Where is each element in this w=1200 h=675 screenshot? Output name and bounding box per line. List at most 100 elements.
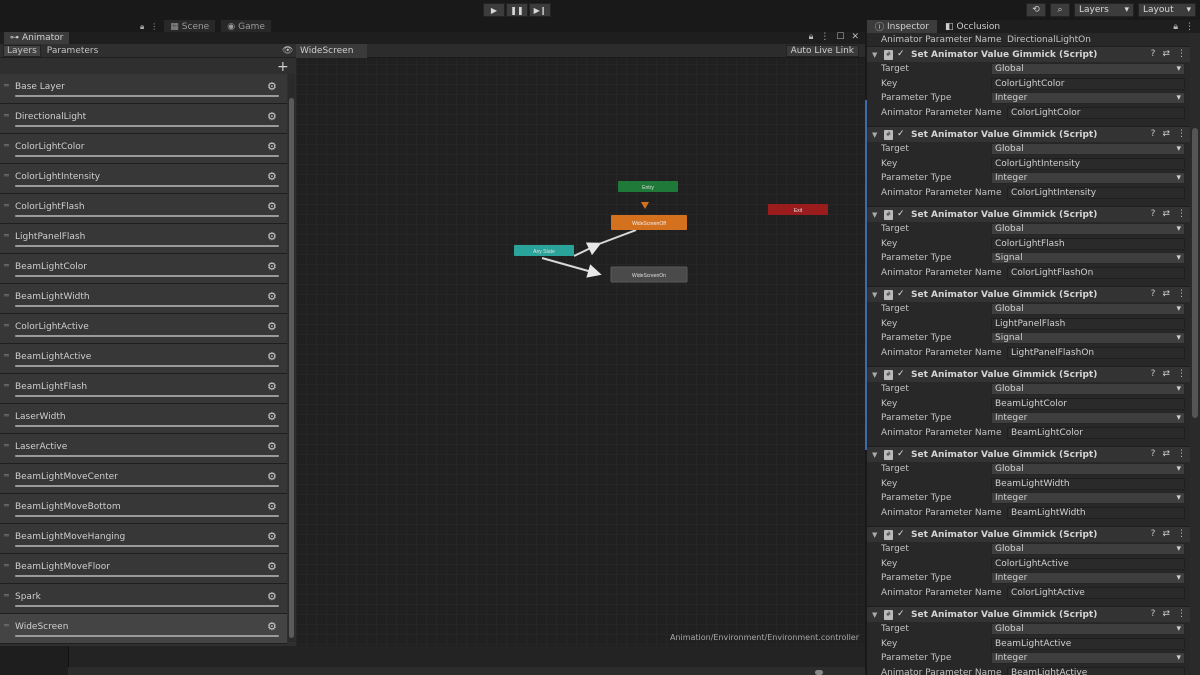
- layer-item[interactable]: ═ LaserActive ⚙: [0, 434, 287, 464]
- enable-checkbox[interactable]: ✓: [897, 610, 906, 619]
- gear-icon[interactable]: ⚙: [267, 320, 277, 333]
- component-header[interactable]: ▼ # ✓ Set Animator Value Gimmick (Script)? ⇄…: [867, 366, 1190, 382]
- foldout-icon[interactable]: ▼: [872, 531, 880, 539]
- layer-item[interactable]: ═ BeamLightFlash ⚙: [0, 374, 287, 404]
- drag-handle-icon[interactable]: ═: [4, 351, 9, 360]
- animator-parameter-field[interactable]: BeamLightColor: [1007, 426, 1185, 439]
- gear-icon[interactable]: ⚙: [267, 260, 277, 273]
- drag-handle-icon[interactable]: ═: [4, 591, 9, 600]
- key-field[interactable]: LightPanelFlash: [991, 317, 1185, 330]
- enable-checkbox[interactable]: ✓: [897, 370, 906, 379]
- layer-item[interactable]: ═ BeamLightMoveBottom ⚙: [0, 494, 287, 524]
- foldout-icon[interactable]: ▼: [872, 291, 880, 299]
- drag-handle-icon[interactable]: ═: [4, 501, 9, 510]
- layer-item[interactable]: ═ ColorLightIntensity ⚙: [0, 164, 287, 194]
- layer-weight-slider[interactable]: [15, 365, 279, 367]
- pause-button[interactable]: ❚❚: [506, 3, 528, 17]
- animator-parameter-field[interactable]: BeamLightActive: [1007, 666, 1185, 675]
- help-icon[interactable]: ?: [1151, 369, 1156, 379]
- menu-icon[interactable]: ⋮: [1177, 289, 1186, 299]
- layout-dropdown[interactable]: Layout ▾: [1138, 3, 1196, 17]
- preset-icon[interactable]: ⇄: [1162, 529, 1170, 539]
- layer-weight-slider[interactable]: [15, 305, 279, 307]
- drag-handle-icon[interactable]: ═: [4, 321, 9, 330]
- auto-live-link-button[interactable]: Auto Live Link: [785, 45, 859, 57]
- drag-handle-icon[interactable]: ═: [4, 231, 9, 240]
- parameter-type-dropdown[interactable]: Integer ▾: [991, 92, 1185, 105]
- drag-handle-icon[interactable]: ═: [4, 531, 9, 540]
- animator-parameter-field[interactable]: ColorLightIntensity: [1007, 186, 1185, 199]
- parameter-type-dropdown[interactable]: Integer ▾: [991, 572, 1185, 585]
- layer-item[interactable]: ═ WideScreen ⚙: [0, 614, 287, 644]
- key-field[interactable]: BeamLightActive: [991, 637, 1185, 650]
- target-dropdown[interactable]: Global ▾: [991, 63, 1185, 76]
- inspector-scroll-thumb[interactable]: [1192, 128, 1198, 418]
- enable-checkbox[interactable]: ✓: [897, 290, 906, 299]
- gear-icon[interactable]: ⚙: [267, 350, 277, 363]
- drag-handle-icon[interactable]: ═: [4, 291, 9, 300]
- state-default[interactable]: WideScreenOff: [611, 215, 687, 230]
- layers-dropdown[interactable]: Layers ▾: [1074, 3, 1134, 17]
- transition-line[interactable]: [598, 229, 637, 245]
- menu-icon[interactable]: ⋮: [820, 32, 829, 42]
- enable-checkbox[interactable]: ✓: [897, 530, 906, 539]
- component-header[interactable]: ▼ # ✓ Set Animator Value Gimmick (Script)? ⇄…: [867, 206, 1190, 222]
- enable-checkbox[interactable]: ✓: [897, 210, 906, 219]
- drag-handle-icon[interactable]: ═: [4, 621, 9, 630]
- drag-handle-icon[interactable]: ═: [4, 411, 9, 420]
- gear-icon[interactable]: ⚙: [267, 380, 277, 393]
- drag-handle-icon[interactable]: ═: [4, 171, 9, 180]
- parameter-type-dropdown[interactable]: Integer ▾: [991, 492, 1185, 505]
- menu-icon[interactable]: ⋮: [1177, 129, 1186, 139]
- tab-layers[interactable]: Layers: [3, 44, 41, 57]
- help-icon[interactable]: ?: [1151, 49, 1156, 59]
- drag-handle-icon[interactable]: ═: [4, 141, 9, 150]
- component-header[interactable]: ▼ # ✓ Set Animator Value Gimmick (Script)? ⇄…: [867, 286, 1190, 302]
- preset-icon[interactable]: ⇄: [1162, 609, 1170, 619]
- menu-icon[interactable]: ⋮: [1177, 209, 1186, 219]
- drag-handle-icon[interactable]: ═: [4, 381, 9, 390]
- gear-icon[interactable]: ⚙: [267, 560, 277, 573]
- menu-icon[interactable]: ⋮: [1177, 609, 1186, 619]
- animator-parameter-field[interactable]: ColorLightColor: [1007, 106, 1185, 119]
- component-header[interactable]: ▼ # ✓ Set Animator Value Gimmick (Script)? ⇄…: [867, 126, 1190, 142]
- preset-icon[interactable]: ⇄: [1162, 209, 1170, 219]
- gear-icon[interactable]: ⚙: [267, 230, 277, 243]
- parameter-type-dropdown[interactable]: Integer ▾: [991, 172, 1185, 185]
- layers-scrollbar[interactable]: [288, 74, 295, 642]
- preset-icon[interactable]: ⇄: [1162, 49, 1170, 59]
- search-button[interactable]: ⌕: [1050, 3, 1070, 17]
- layer-weight-slider[interactable]: [15, 395, 279, 397]
- state-entry[interactable]: Entry: [618, 181, 678, 192]
- enable-checkbox[interactable]: ✓: [897, 450, 906, 459]
- menu-icon[interactable]: ⋮: [150, 22, 158, 31]
- layer-weight-slider[interactable]: [15, 335, 279, 337]
- layer-item[interactable]: ═ BeamLightMoveHanging ⚙: [0, 524, 287, 554]
- close-icon[interactable]: ✕: [851, 32, 859, 42]
- tab-inspector[interactable]: ⓘ Inspector: [867, 20, 937, 33]
- target-dropdown[interactable]: Global ▾: [991, 383, 1185, 396]
- state-exit[interactable]: Exit: [768, 204, 828, 215]
- help-icon[interactable]: ?: [1151, 609, 1156, 619]
- drag-handle-icon[interactable]: ═: [4, 561, 9, 570]
- layer-item[interactable]: ═ ColorLightActive ⚙: [0, 314, 287, 344]
- layer-item[interactable]: ═ BeamLightColor ⚙: [0, 254, 287, 284]
- gear-icon[interactable]: ⚙: [267, 470, 277, 483]
- layer-item[interactable]: ═ Base Layer ⚙: [0, 74, 287, 104]
- drag-handle-icon[interactable]: ═: [4, 441, 9, 450]
- step-button[interactable]: ▶❙: [529, 3, 551, 17]
- key-field[interactable]: ColorLightColor: [991, 77, 1185, 90]
- animator-parameter-field[interactable]: ColorLightActive: [1007, 586, 1185, 599]
- transition-arrow[interactable]: [573, 242, 602, 257]
- layer-weight-slider[interactable]: [15, 275, 279, 277]
- gear-icon[interactable]: ⚙: [267, 620, 277, 633]
- animator-parameter-field[interactable]: ColorLightFlashOn: [1007, 266, 1185, 279]
- property-value[interactable]: DirectionalLightOn: [1007, 35, 1091, 45]
- target-dropdown[interactable]: Global ▾: [991, 143, 1185, 156]
- menu-icon[interactable]: ⋮: [1185, 22, 1194, 32]
- menu-icon[interactable]: ⋮: [1177, 529, 1186, 539]
- layer-item[interactable]: ═ DirectionalLight ⚙: [0, 104, 287, 134]
- layer-item[interactable]: ═ BeamLightMoveCenter ⚙: [0, 464, 287, 494]
- layer-weight-slider[interactable]: [15, 95, 279, 97]
- component-header[interactable]: ▼ # ✓ Set Animator Value Gimmick (Script)? ⇄…: [867, 46, 1190, 62]
